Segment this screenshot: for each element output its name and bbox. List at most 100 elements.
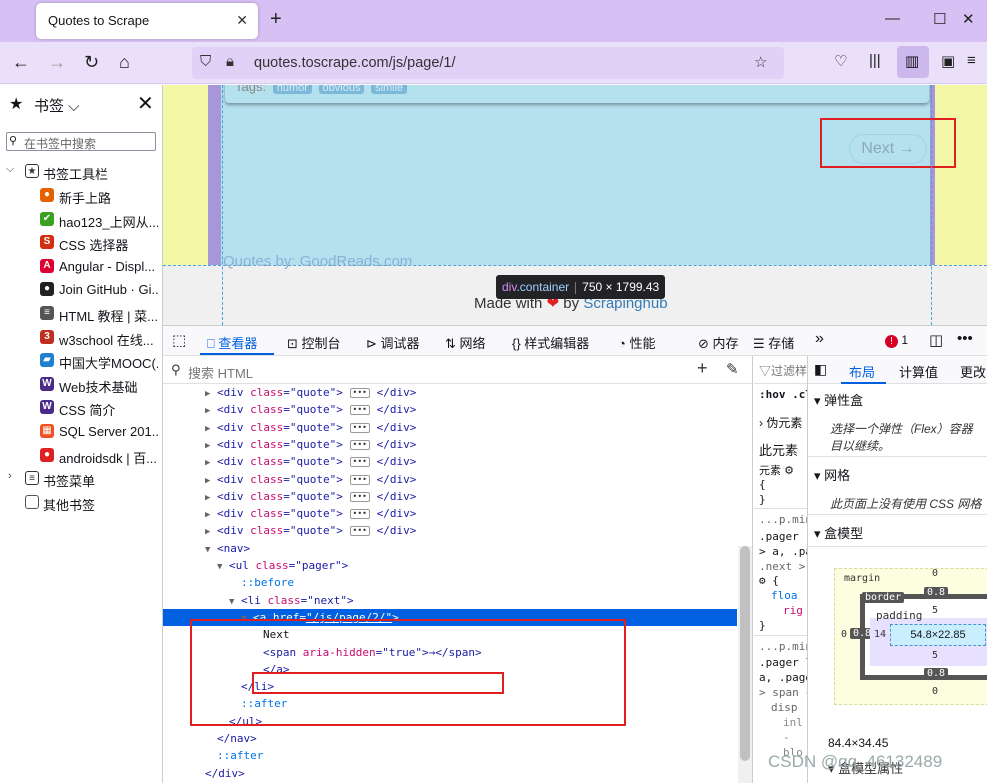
bookmark-star-icon[interactable]: ☆: [754, 53, 767, 71]
maximize-icon[interactable]: ☐: [933, 10, 946, 28]
markup-quote-div[interactable]: ▶ <div class="quote"> ••• </div>: [163, 401, 737, 418]
grid-section[interactable]: ▾ 网格: [808, 460, 987, 486]
box-model-section[interactable]: ▾ 盒模型: [808, 518, 987, 544]
tab-changes[interactable]: 更改: [960, 362, 986, 381]
padding-top-value[interactable]: 5: [932, 605, 938, 616]
scrollbar-thumb[interactable]: [740, 546, 750, 761]
bookmark-item[interactable]: 3 w3school 在线...: [0, 327, 158, 349]
dock-icon[interactable]: ◫: [929, 331, 943, 349]
markup-nav[interactable]: ▼ <nav>: [163, 540, 737, 557]
minimize-icon[interactable]: —: [885, 10, 900, 27]
element-picker-icon[interactable]: ⬚: [172, 331, 186, 349]
markup-nav-close[interactable]: </nav>: [163, 730, 737, 747]
tab-memory[interactable]: ⊘ 内存: [698, 333, 739, 352]
markup-quote-div[interactable]: ▶ <div class="quote"> ••• </div>: [163, 419, 737, 436]
tab-performance[interactable]: ◔ 性能: [618, 333, 655, 352]
filter-styles-input[interactable]: ▽过滤样: [759, 362, 807, 379]
markup-li-next[interactable]: ▼ <li class="next">: [163, 592, 737, 609]
browser-tab[interactable]: Quotes to Scrape ✕: [36, 3, 258, 39]
markup-ul-pager[interactable]: ▼ <ul class="pager">: [163, 557, 737, 574]
bookmark-item[interactable]: ✔ hao123_上网从...: [0, 209, 158, 231]
bookmark-item[interactable]: W CSS 简介: [0, 397, 158, 419]
error-count[interactable]: ! 1: [885, 333, 908, 348]
tab-style-editor[interactable]: {} 样式编辑器: [512, 333, 589, 352]
new-tab-icon[interactable]: +: [270, 8, 282, 31]
eyedropper-icon[interactable]: ✎: [726, 360, 739, 378]
rule-source[interactable]: ...p.min.c: [759, 640, 807, 653]
sidebar-title[interactable]: 书签 ⌵: [34, 95, 80, 116]
tab-storage[interactable]: ☰ 存储: [753, 333, 794, 352]
shield-icon[interactable]: ⛉: [200, 53, 211, 70]
bookmark-item[interactable]: ● 新手上路: [0, 185, 158, 207]
padding-bottom-value[interactable]: 5: [932, 650, 938, 661]
url-bar[interactable]: ⛉ 🔒︎ quotes.toscrape.com/js/page/1/ ☆: [192, 47, 784, 79]
hov-toggle[interactable]: :hov .cl: [759, 388, 807, 401]
more-tabs-icon[interactable]: »: [815, 330, 824, 348]
sidebar-toggle-button[interactable]: ▥: [897, 46, 929, 78]
box-model-content[interactable]: 54.8×22.85: [890, 624, 986, 646]
menu-icon[interactable]: ≡: [967, 52, 976, 69]
add-node-icon[interactable]: +: [697, 358, 708, 379]
markup-quote-div[interactable]: ▶ <div class="quote"> ••• </div>: [163, 471, 737, 488]
tab-layout[interactable]: 布局: [849, 362, 875, 381]
margin-top-value[interactable]: 0: [932, 568, 938, 579]
gear-icon[interactable]: ⚙: [784, 465, 794, 477]
home-icon[interactable]: ⌂: [119, 52, 130, 72]
goodreads-link[interactable]: GoodReads.com: [300, 253, 413, 270]
bookmark-search-input[interactable]: ⚲ 在书签中搜索: [6, 132, 156, 151]
url-text[interactable]: quotes.toscrape.com/js/page/1/: [254, 55, 456, 71]
tag[interactable]: humor: [272, 85, 312, 94]
markup-pseudo-after[interactable]: ::after: [163, 747, 737, 764]
rule-property[interactable]: floa: [771, 589, 798, 602]
containers-icon[interactable]: ▣: [941, 52, 955, 70]
close-sidebar-icon[interactable]: ✕: [137, 91, 154, 116]
pseudo-elements-toggle[interactable]: › 伪元素: [759, 414, 802, 431]
margin-left-value[interactable]: 0: [841, 629, 847, 640]
border-bottom-value[interactable]: 0.8: [924, 668, 949, 679]
rule-value[interactable]: rig: [783, 604, 803, 617]
back-icon[interactable]: ←: [12, 52, 30, 72]
tag[interactable]: obvious: [318, 85, 365, 94]
folder-bookmarks-menu[interactable]: › ≡ 书签菜单: [0, 468, 158, 490]
folder-other-bookmarks[interactable]: 其他书签: [0, 492, 158, 514]
layout-pane-icon[interactable]: ◧: [814, 361, 827, 378]
search-html-input[interactable]: 搜索 HTML: [188, 363, 253, 382]
padding-left-value[interactable]: 14: [874, 629, 886, 640]
tab-inspector[interactable]: ⎕ 查看器: [207, 333, 257, 352]
bookmark-item[interactable]: ● androidsdk | 百...: [0, 445, 158, 467]
bookmark-item[interactable]: ● Join GitHub · Gi...: [0, 279, 158, 301]
border-top-value[interactable]: 0.8: [924, 587, 949, 598]
bookmark-item[interactable]: ▰ 中国大学MOOC(...: [0, 350, 158, 372]
markup-pseudo-before[interactable]: ::before: [163, 574, 737, 591]
gear-icon[interactable]: ⚙: [759, 574, 766, 587]
markup-quote-div[interactable]: ▶ <div class="quote"> ••• </div>: [163, 384, 737, 401]
flexbox-section[interactable]: ▾ 弹性盒: [808, 385, 987, 411]
rule-property[interactable]: disp: [771, 701, 798, 714]
tab-console[interactable]: ⊡ 控制台: [287, 333, 341, 352]
lock-icon[interactable]: 🔒︎: [226, 53, 234, 70]
markup-quote-div[interactable]: ▶ <div class="quote"> ••• </div>: [163, 436, 737, 453]
markup-quote-div[interactable]: ▶ <div class="quote"> ••• </div>: [163, 488, 737, 505]
pocket-icon[interactable]: ♡: [834, 52, 847, 70]
library-icon[interactable]: |||: [869, 52, 881, 69]
tab-computed[interactable]: 计算值: [899, 362, 938, 381]
bookmark-item[interactable]: W Web技术基础: [0, 374, 158, 396]
tab-network[interactable]: ⇅ 网络: [445, 333, 486, 352]
markup-quote-div[interactable]: ▶ <div class="quote"> ••• </div>: [163, 522, 737, 539]
rule-source[interactable]: ...p.min.c: [759, 513, 807, 526]
markup-search-bar[interactable]: ⚲ 搜索 HTML + ✎: [163, 356, 752, 384]
bookmark-item[interactable]: A Angular - Displ...: [0, 256, 158, 278]
markup-div-close[interactable]: </div>: [163, 765, 737, 782]
close-tab-icon[interactable]: ✕: [236, 12, 248, 29]
tab-debugger[interactable]: ⊳ 调试器: [366, 333, 420, 352]
reload-icon[interactable]: ↻: [84, 52, 99, 72]
rule-value[interactable]: inl: [783, 716, 803, 729]
bookmark-item[interactable]: ≡ HTML 教程 | 菜...: [0, 303, 158, 325]
folder-bookmarks-toolbar[interactable]: ⌵ ★ 书签工具栏: [0, 161, 158, 183]
margin-bottom-value[interactable]: 0: [932, 686, 938, 697]
tag[interactable]: simile: [371, 85, 408, 94]
close-window-icon[interactable]: ✕: [962, 10, 975, 28]
markup-quote-div[interactable]: ▶ <div class="quote"> ••• </div>: [163, 505, 737, 522]
bookmark-item[interactable]: ▦ SQL Server 201...: [0, 421, 158, 443]
devtools-menu-icon[interactable]: •••: [957, 330, 973, 347]
